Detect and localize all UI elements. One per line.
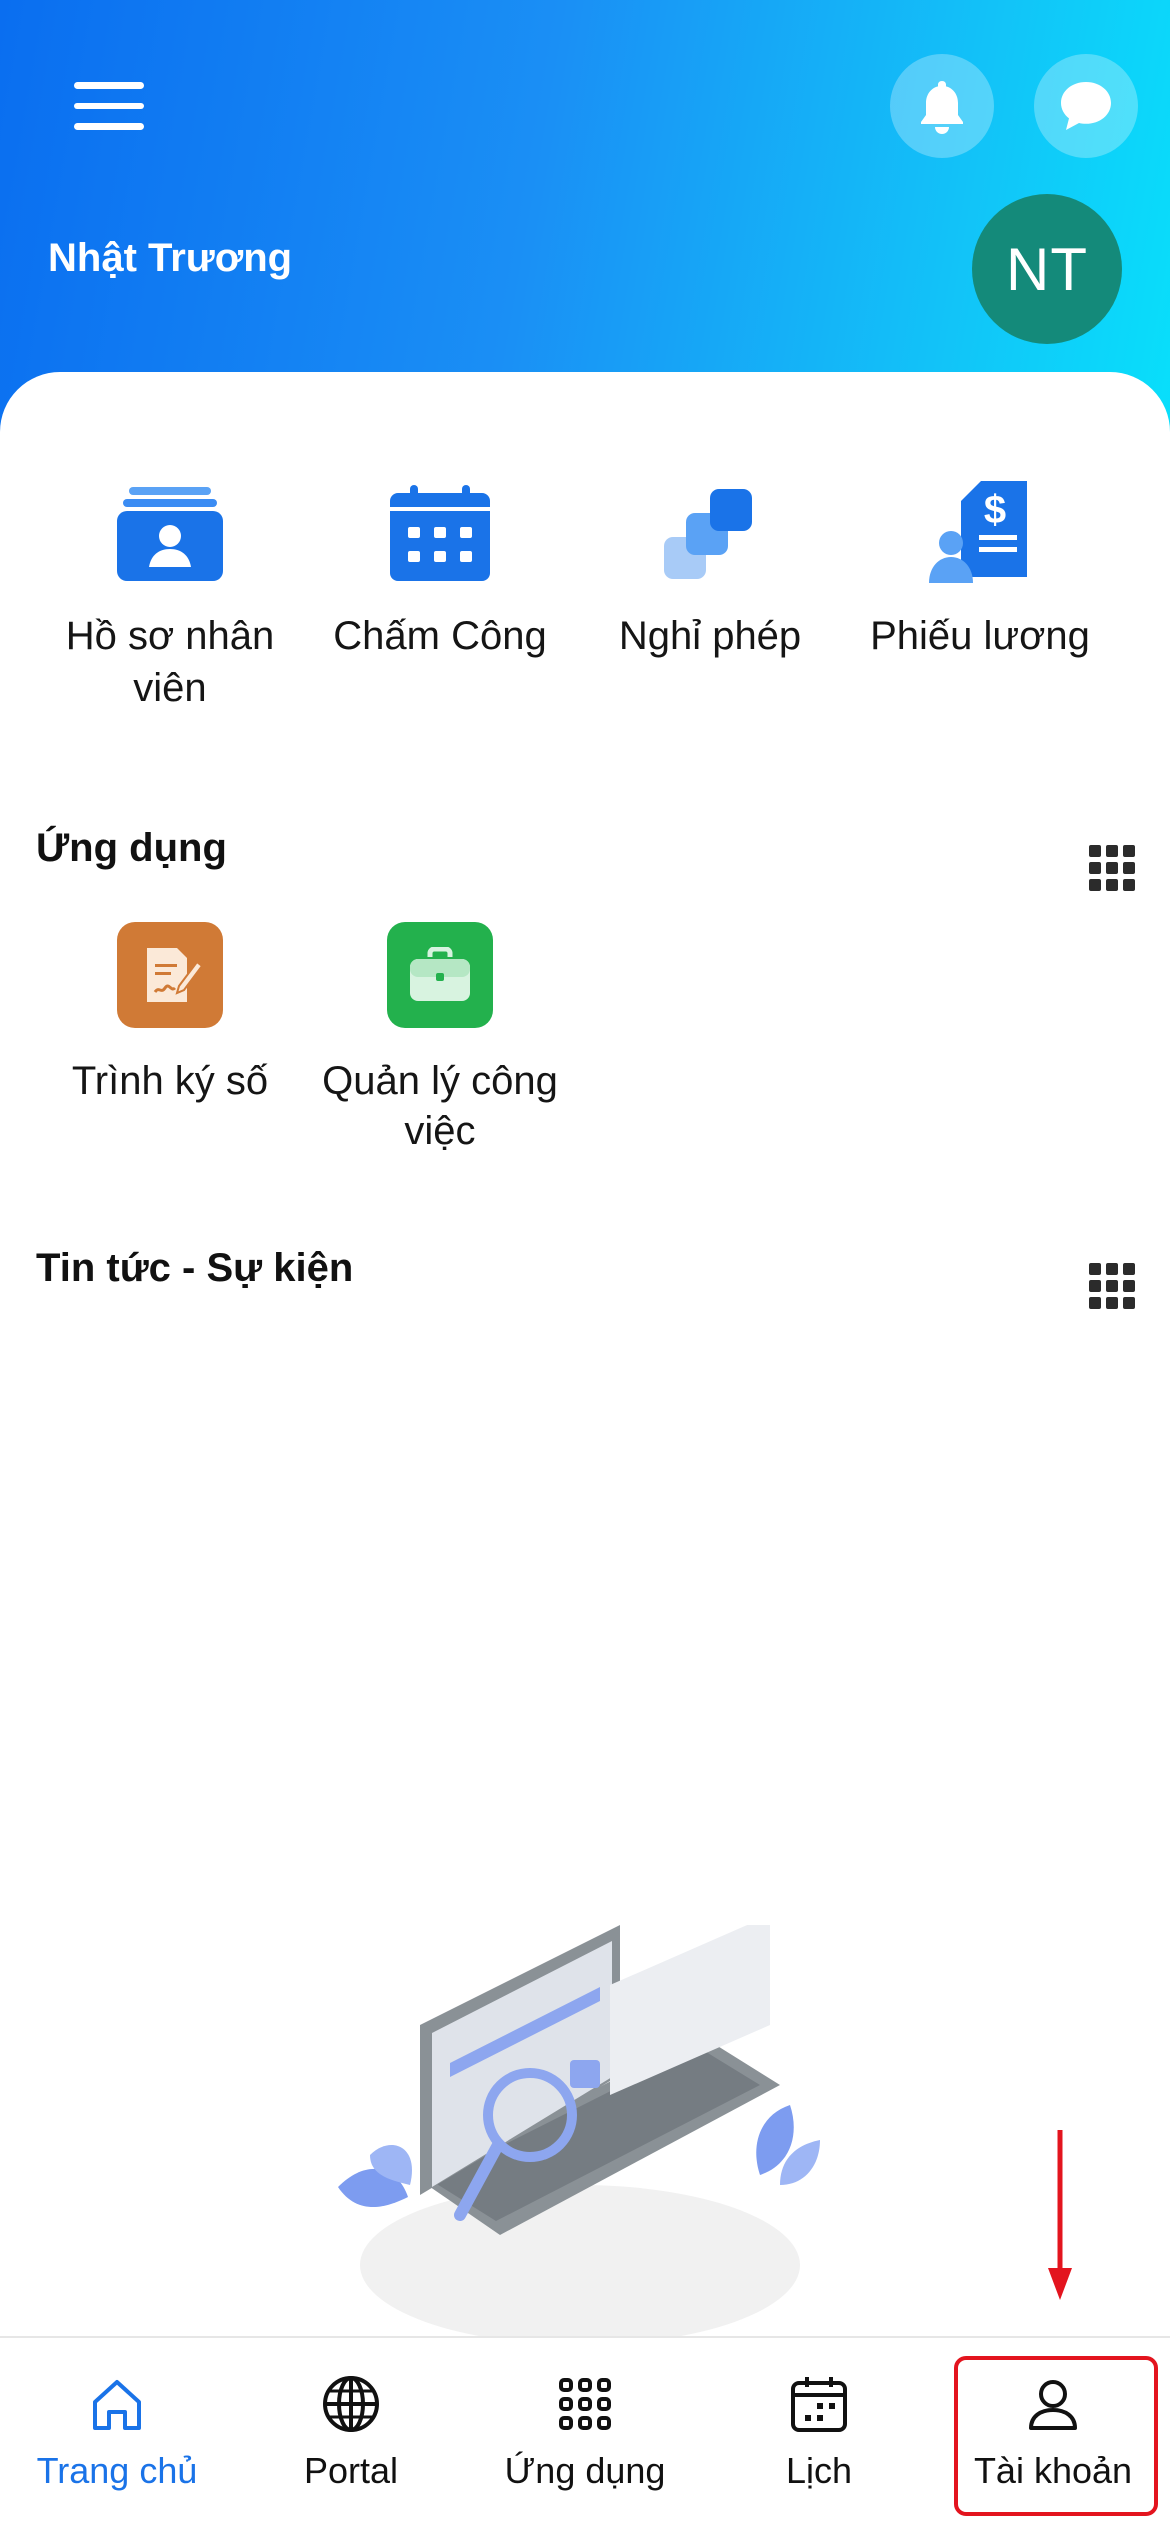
- apps-see-all-grid-icon[interactable]: [1084, 840, 1136, 892]
- nav-calendar[interactable]: Lịch: [702, 2338, 936, 2532]
- app-label: Trình ký số: [71, 1059, 269, 1103]
- calendar-icon: [385, 478, 495, 588]
- svg-text:$: $: [984, 488, 1006, 532]
- nav-label: Portal: [303, 2450, 399, 2491]
- quick-action-employee-profile[interactable]: Hồ sơ nhân viên: [35, 478, 305, 714]
- quick-action-leave[interactable]: Nghỉ phép: [575, 478, 845, 662]
- quick-action-label: Chấm Công: [333, 614, 547, 658]
- apps-grid-icon: [555, 2374, 615, 2434]
- user-name: Nhật Trương: [48, 236, 293, 280]
- notification-button[interactable]: [890, 54, 994, 158]
- quick-action-label: Nghỉ phép: [618, 614, 802, 658]
- avatar[interactable]: NT: [972, 194, 1122, 344]
- employee-profile-icon: [115, 478, 225, 588]
- nav-label: Trang chủ: [36, 2450, 198, 2491]
- quick-action-label: Phiếu lương: [870, 614, 1090, 658]
- home-icon: [87, 2374, 147, 2434]
- nav-label: Lịch: [785, 2450, 853, 2491]
- calendar-icon: [789, 2374, 849, 2434]
- news-section-title: Tin tức - Sự kiện: [36, 1246, 354, 1290]
- globe-icon: [321, 2374, 381, 2434]
- annotation-arrow-icon: [1048, 2130, 1072, 2300]
- briefcase-icon: [387, 922, 493, 1028]
- leave-icon: [655, 478, 765, 588]
- app-task-management[interactable]: Quản lý công việc: [305, 922, 575, 1156]
- news-see-all-grid-icon[interactable]: [1084, 1258, 1136, 1310]
- quick-action-payslip[interactable]: $ Phiếu lương: [845, 478, 1115, 662]
- nav-portal[interactable]: Portal: [234, 2338, 468, 2532]
- quick-action-timekeeping[interactable]: Chấm Công: [305, 478, 575, 662]
- chat-button[interactable]: [1034, 54, 1138, 158]
- nav-home[interactable]: Trang chủ: [0, 2338, 234, 2532]
- nav-apps[interactable]: Ứng dụng: [468, 2338, 702, 2532]
- menu-icon[interactable]: [58, 70, 160, 142]
- empty-state-illustration: [320, 1915, 840, 2345]
- quick-action-label: Hồ sơ nhân viên: [65, 614, 275, 710]
- payslip-icon: $: [925, 478, 1035, 588]
- bell-icon: [921, 81, 963, 134]
- nav-label: Ứng dụng: [504, 2450, 666, 2491]
- digital-signature-icon: [117, 922, 223, 1028]
- account-highlight-box: [954, 2356, 1158, 2516]
- apps-section-title: Ứng dụng: [36, 826, 227, 870]
- app-digital-signature[interactable]: Trình ký số: [35, 922, 305, 1106]
- app-label: Quản lý công việc: [322, 1059, 558, 1153]
- chat-icon: [1061, 82, 1111, 130]
